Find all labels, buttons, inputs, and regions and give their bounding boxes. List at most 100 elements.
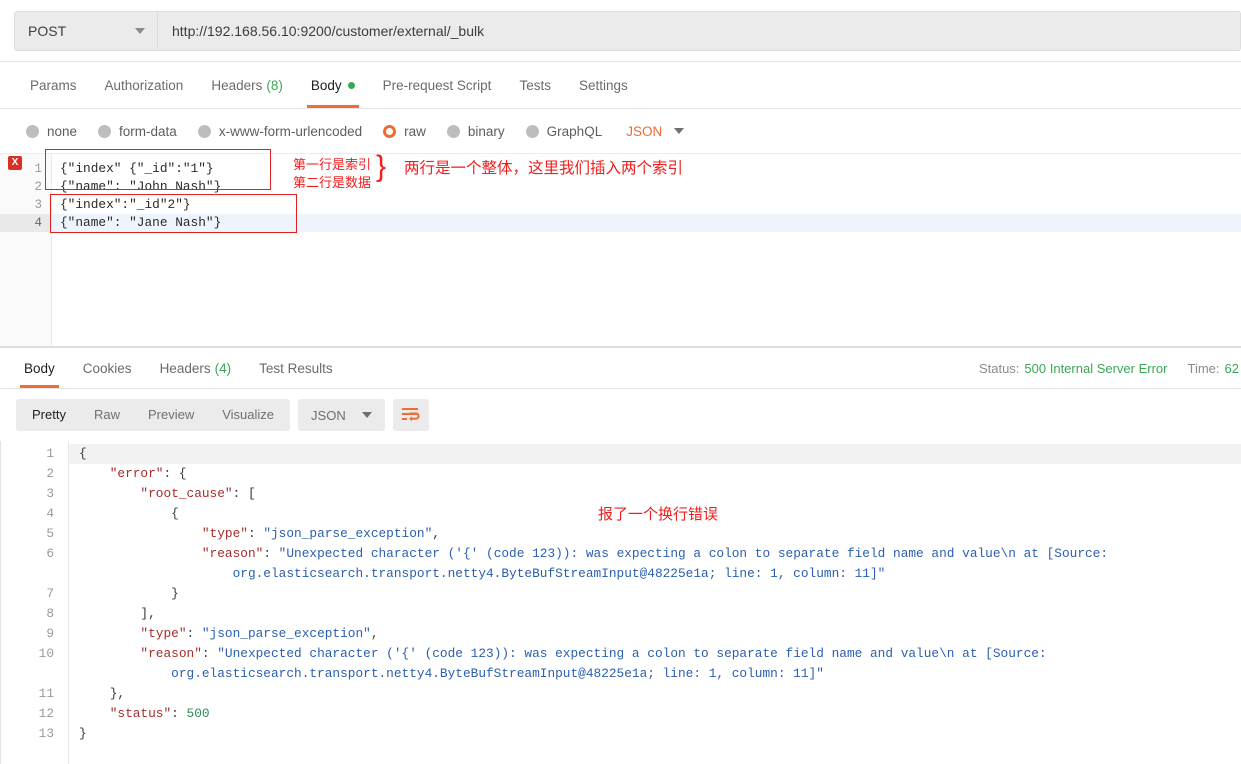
chevron-down-icon	[135, 27, 145, 34]
line-number: 3	[34, 198, 42, 212]
response-code-line: },	[69, 684, 1241, 704]
response-format-select[interactable]: JSON	[298, 399, 385, 431]
tab-pre-request-script[interactable]: Pre-request Script	[369, 62, 506, 108]
view-mode-pretty-label: Pretty	[32, 407, 66, 422]
response-code-line: org.elasticsearch.transport.netty4.ByteB…	[69, 564, 1241, 584]
response-annotation-note: 报了一个换行错误	[598, 506, 719, 523]
code-token: "status"	[79, 706, 172, 721]
line-number: 4	[0, 214, 51, 232]
body-type-urlencoded[interactable]: x-www-form-urlencoded	[197, 123, 363, 139]
radio-icon	[197, 124, 211, 138]
annotation-main-note: 两行是一个整体，这里我们插入两个索引	[404, 160, 684, 177]
body-modified-dot-icon	[347, 81, 355, 89]
wrap-lines-icon	[402, 408, 420, 422]
code-token: 500	[186, 706, 210, 721]
tab-pre-request-script-label: Pre-request Script	[382, 77, 492, 93]
request-body-editor[interactable]: X 1 2 3 4 {"index" {"_id":"1"} {"name": …	[0, 149, 1241, 347]
url-input[interactable]: http://192.168.56.10:9200/customer/exter…	[157, 10, 1241, 51]
view-mode-raw[interactable]: Raw	[80, 399, 134, 431]
request-code-area[interactable]: {"index" {"_id":"1"} {"name": "John Nash…	[52, 154, 1241, 346]
line-number: 11	[38, 686, 54, 701]
view-mode-visualize[interactable]: Visualize	[208, 399, 288, 431]
body-type-raw-label: raw	[404, 123, 426, 139]
radio-icon	[446, 124, 460, 138]
body-type-form-data[interactable]: form-data	[98, 124, 177, 139]
body-type-none-label: none	[47, 123, 78, 139]
code-token: ,	[432, 526, 440, 541]
code-token: },	[79, 686, 126, 701]
radio-selected-icon	[383, 124, 397, 138]
request-editor-gutter: X 1 2 3 4	[0, 154, 52, 346]
code-token: "json_parse_exception"	[263, 526, 433, 541]
code-token: "error"	[79, 466, 164, 481]
body-type-none[interactable]: none	[26, 124, 77, 139]
time-label: Time:	[1187, 360, 1220, 376]
body-type-row: none form-data x-www-form-urlencoded raw…	[0, 109, 1241, 154]
code-token: "root_cause"	[79, 486, 233, 501]
tab-tests[interactable]: Tests	[505, 62, 565, 108]
view-mode-pretty[interactable]: Pretty	[18, 399, 80, 431]
raw-format-select[interactable]: JSON	[626, 123, 685, 139]
body-type-urlencoded-label: x-www-form-urlencoded	[218, 123, 363, 139]
body-type-raw[interactable]: raw	[383, 124, 426, 139]
body-type-graphql[interactable]: GraphQL	[525, 123, 603, 139]
tab-params[interactable]: Params	[16, 62, 91, 108]
code-line: {"index":"_id"2"}	[60, 197, 191, 212]
url-bar: POST http://192.168.56.10:9200/customer/…	[0, 0, 1241, 62]
url-value: http://192.168.56.10:9200/customer/exter…	[172, 22, 485, 39]
view-mode-preview-label: Preview	[147, 407, 195, 422]
wrap-lines-button[interactable]	[392, 399, 429, 431]
response-tab-body-label: Body	[24, 360, 55, 376]
code-token: org.elasticsearch.transport.netty4.ByteB…	[79, 566, 886, 581]
tab-settings[interactable]: Settings	[565, 62, 642, 108]
tab-body[interactable]: Body	[297, 62, 369, 108]
response-tab-cookies[interactable]: Cookies	[69, 348, 146, 388]
response-code-line: org.elasticsearch.transport.netty4.ByteB…	[69, 664, 1241, 684]
view-mode-raw-label: Raw	[93, 407, 120, 422]
response-tab-headers-label: Headers	[159, 360, 211, 376]
code-token: ,	[370, 626, 379, 641]
tab-authorization[interactable]: Authorization	[91, 62, 198, 108]
body-type-binary[interactable]: binary	[446, 123, 505, 139]
tab-headers-count: (8)	[266, 77, 283, 93]
response-code-line: "type": "json_parse_exception",	[69, 624, 1241, 644]
code-line: {"name": "Jane Nash"}	[52, 214, 1241, 232]
response-code-area: { "error": { "root_cause": [ { "type": "…	[68, 441, 1241, 764]
view-mode-visualize-label: Visualize	[222, 407, 275, 422]
line-number: 10	[38, 646, 54, 661]
line-number: 1	[34, 162, 42, 176]
code-token: "type"	[79, 626, 187, 641]
response-tab-test-results-label: Test Results	[259, 360, 333, 376]
code-token: {	[79, 506, 179, 521]
body-type-binary-label: binary	[467, 123, 505, 139]
response-code-line: {	[69, 444, 1241, 464]
editor-left-rail	[0, 441, 1, 764]
tab-authorization-label: Authorization	[104, 77, 184, 93]
view-mode-preview[interactable]: Preview	[134, 399, 208, 431]
line-number: 6	[46, 546, 54, 561]
code-token: : {	[163, 466, 187, 481]
radio-icon	[98, 124, 112, 138]
raw-format-label: JSON	[626, 123, 663, 139]
line-number: 2	[46, 466, 54, 481]
code-token: "Unexpected character ('{' (code 123)): …	[278, 546, 1109, 561]
tab-settings-label: Settings	[578, 77, 628, 93]
http-method-select[interactable]: POST	[14, 10, 157, 51]
http-method-label: POST	[28, 22, 67, 39]
code-token: "reason"	[79, 646, 202, 661]
code-token: }	[79, 726, 87, 741]
line-number: 2	[34, 180, 42, 194]
response-code-line: "status": 500	[69, 704, 1241, 724]
code-token: ],	[79, 606, 156, 621]
response-tab-test-results[interactable]: Test Results	[245, 348, 347, 388]
response-tab-body[interactable]: Body	[10, 348, 69, 388]
line-number	[0, 564, 68, 584]
response-code-line: "root_cause": [	[69, 484, 1241, 504]
response-tab-headers[interactable]: Headers (4)	[146, 348, 246, 388]
code-token: }	[79, 586, 179, 601]
code-token: :	[247, 526, 264, 541]
body-type-graphql-label: GraphQL	[546, 123, 603, 139]
tab-headers[interactable]: Headers (8)	[197, 62, 297, 108]
time-value: 62	[1224, 360, 1239, 376]
response-body-editor[interactable]: 1 2 3 4 5 6 7 8 9 10 11 12 13 { "error": { "root_cau…	[0, 441, 1241, 764]
